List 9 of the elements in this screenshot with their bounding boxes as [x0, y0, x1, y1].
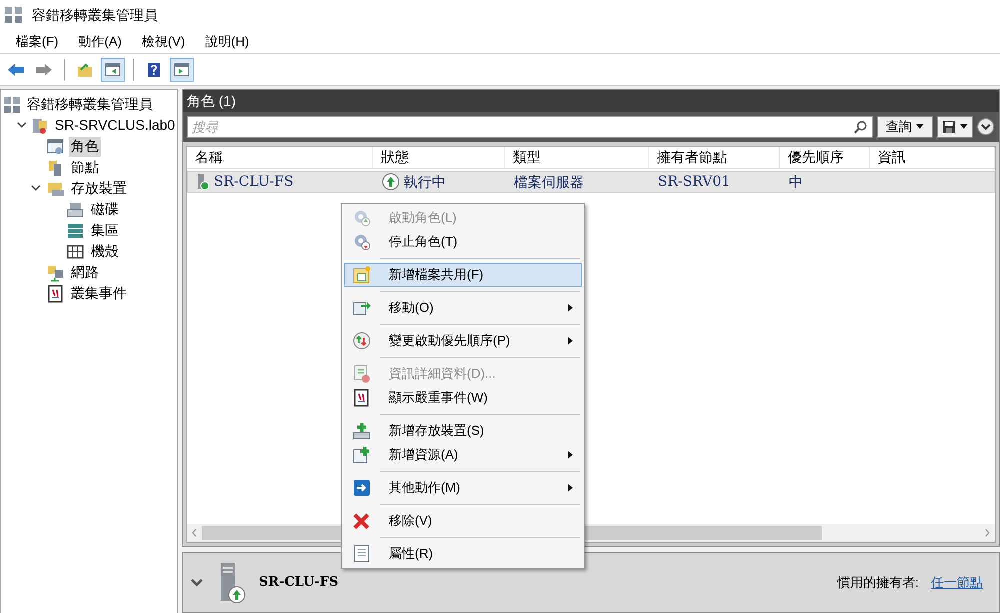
role-name: SR-CLU-FS — [259, 574, 340, 592]
table-cell-text: SR-SRV01 — [658, 172, 730, 192]
table-cell-text: SR-CLU-FS — [214, 172, 294, 192]
window-title: 容錯移轉叢集管理員 — [32, 6, 158, 24]
table-cell-text: 中 — [789, 172, 803, 192]
table-cell-text: 執行中 — [404, 172, 446, 192]
panel-title: 角色 (1) — [183, 90, 999, 112]
table-cell-text: 檔案伺服器 — [514, 172, 584, 192]
preferred-owners-label: 慣用的擁有者: — [837, 574, 919, 592]
